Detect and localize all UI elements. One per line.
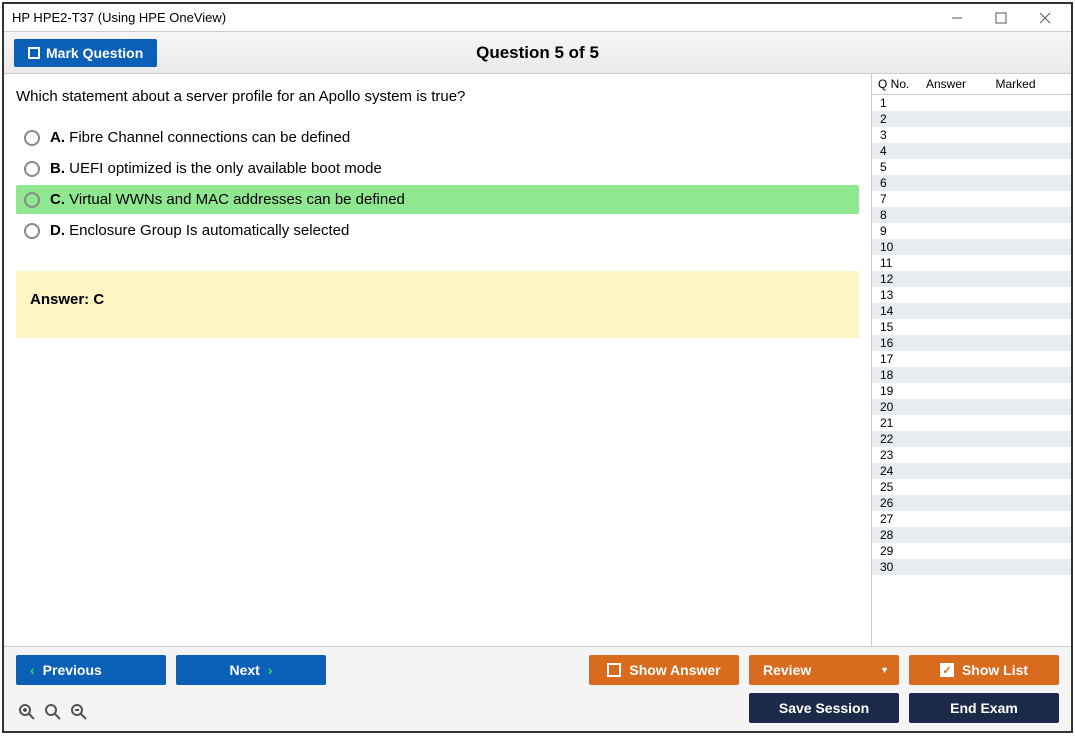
- question-list-row[interactable]: 27: [872, 511, 1071, 527]
- question-list-row[interactable]: 10: [872, 239, 1071, 255]
- question-list-row[interactable]: 23: [872, 447, 1071, 463]
- question-counter: Question 5 of 5: [476, 43, 599, 63]
- question-list-row[interactable]: 17: [872, 351, 1071, 367]
- answer-box: Answer: C: [16, 271, 859, 338]
- zoom-in-icon[interactable]: [16, 701, 38, 723]
- option-A[interactable]: A. Fibre Channel connections can be defi…: [16, 123, 859, 152]
- question-list-row[interactable]: 20: [872, 399, 1071, 415]
- mark-question-button[interactable]: Mark Question: [14, 39, 157, 67]
- review-dropdown[interactable]: Review ▼: [749, 655, 899, 685]
- chevron-right-icon: ›: [268, 662, 273, 678]
- col-header-marked: Marked: [996, 77, 1066, 91]
- mark-question-label: Mark Question: [46, 45, 143, 61]
- question-list-row[interactable]: 2: [872, 111, 1071, 127]
- previous-label: Previous: [43, 662, 102, 678]
- checkbox-icon: [607, 663, 621, 677]
- minimize-button[interactable]: [935, 5, 979, 31]
- radio-icon: [24, 192, 40, 208]
- col-header-qno: Q No.: [878, 77, 926, 91]
- question-list-row[interactable]: 6: [872, 175, 1071, 191]
- save-session-label: Save Session: [779, 700, 869, 716]
- option-label: A. Fibre Channel connections can be defi…: [50, 129, 350, 146]
- show-answer-button[interactable]: Show Answer: [589, 655, 739, 685]
- chevron-down-icon: ▼: [880, 665, 889, 675]
- question-list-row[interactable]: 28: [872, 527, 1071, 543]
- question-list-row[interactable]: 7: [872, 191, 1071, 207]
- radio-icon: [24, 161, 40, 177]
- question-list-row[interactable]: 8: [872, 207, 1071, 223]
- question-area: Which statement about a server profile f…: [4, 74, 871, 646]
- question-list-row[interactable]: 14: [872, 303, 1071, 319]
- question-list-row[interactable]: 25: [872, 479, 1071, 495]
- question-list-row[interactable]: 12: [872, 271, 1071, 287]
- question-list-row[interactable]: 15: [872, 319, 1071, 335]
- question-list-row[interactable]: 16: [872, 335, 1071, 351]
- question-list-panel: Q No. Answer Marked 12345678910111213141…: [871, 74, 1071, 646]
- option-label: C. Virtual WWNs and MAC addresses can be…: [50, 191, 405, 208]
- option-C[interactable]: C. Virtual WWNs and MAC addresses can be…: [16, 185, 859, 214]
- question-text: Which statement about a server profile f…: [16, 88, 859, 105]
- question-list-row[interactable]: 22: [872, 431, 1071, 447]
- option-label: B. UEFI optimized is the only available …: [50, 160, 382, 177]
- show-list-button[interactable]: Show List: [909, 655, 1059, 685]
- previous-button[interactable]: ‹ Previous: [16, 655, 166, 685]
- window-title: HP HPE2-T37 (Using HPE OneView): [12, 10, 226, 25]
- question-list-row[interactable]: 26: [872, 495, 1071, 511]
- zoom-out-icon[interactable]: [68, 701, 90, 723]
- question-list-row[interactable]: 5: [872, 159, 1071, 175]
- checkbox-checked-icon: [940, 663, 954, 677]
- end-exam-label: End Exam: [950, 700, 1018, 716]
- question-list-body[interactable]: 1234567891011121314151617181920212223242…: [872, 95, 1071, 646]
- checkbox-icon: [28, 47, 40, 59]
- option-label: D. Enclosure Group Is automatically sele…: [50, 222, 349, 239]
- bottom-bar: ‹ Previous Next › Show Answer Review ▼ S…: [4, 646, 1071, 731]
- question-list-row[interactable]: 18: [872, 367, 1071, 383]
- option-B[interactable]: B. UEFI optimized is the only available …: [16, 154, 859, 183]
- show-list-label: Show List: [962, 662, 1028, 678]
- question-list-row[interactable]: 21: [872, 415, 1071, 431]
- header-bar: Mark Question Question 5 of 5: [4, 32, 1071, 74]
- radio-icon: [24, 223, 40, 239]
- title-bar: HP HPE2-T37 (Using HPE OneView): [4, 4, 1071, 32]
- review-label: Review: [763, 662, 811, 678]
- question-list-row[interactable]: 1: [872, 95, 1071, 111]
- show-answer-label: Show Answer: [629, 662, 720, 678]
- question-list-row[interactable]: 24: [872, 463, 1071, 479]
- question-list-row[interactable]: 9: [872, 223, 1071, 239]
- question-list-row[interactable]: 3: [872, 127, 1071, 143]
- next-button[interactable]: Next ›: [176, 655, 326, 685]
- question-list-row[interactable]: 4: [872, 143, 1071, 159]
- question-list-row[interactable]: 13: [872, 287, 1071, 303]
- answer-label: Answer: C: [30, 291, 104, 308]
- radio-icon: [24, 130, 40, 146]
- zoom-reset-icon[interactable]: [42, 701, 64, 723]
- chevron-left-icon: ‹: [30, 662, 35, 678]
- question-list-row[interactable]: 30: [872, 559, 1071, 575]
- save-session-button[interactable]: Save Session: [749, 693, 899, 723]
- maximize-button[interactable]: [979, 5, 1023, 31]
- option-D[interactable]: D. Enclosure Group Is automatically sele…: [16, 216, 859, 245]
- question-list-row[interactable]: 11: [872, 255, 1071, 271]
- next-label: Next: [229, 662, 259, 678]
- question-list-row[interactable]: 19: [872, 383, 1071, 399]
- question-list-row[interactable]: 29: [872, 543, 1071, 559]
- col-header-answer: Answer: [926, 77, 996, 91]
- end-exam-button[interactable]: End Exam: [909, 693, 1059, 723]
- close-button[interactable]: [1023, 5, 1067, 31]
